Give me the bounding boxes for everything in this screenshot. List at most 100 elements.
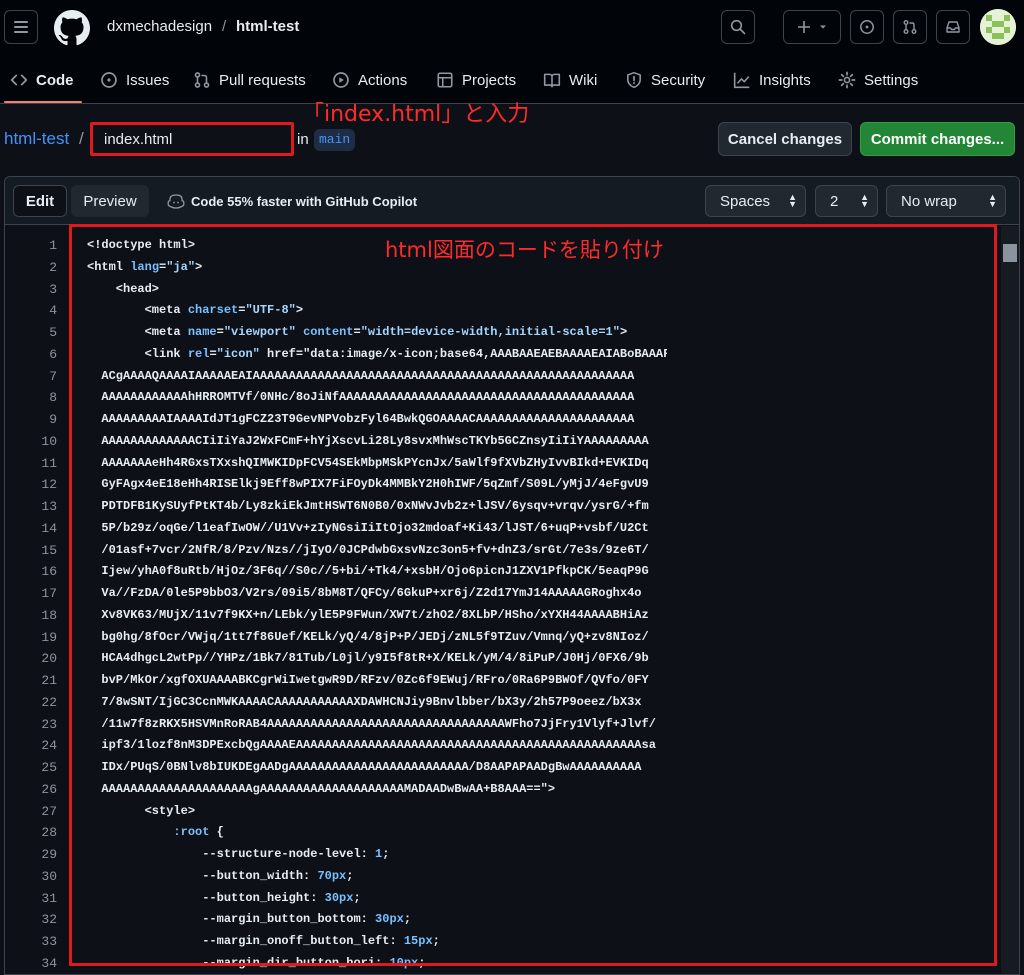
code-line[interactable]: Xv8VK63/MUjX/11v7f9KX+n/LEbk/ylE5P9FWun/… (87, 605, 667, 627)
tab-wiki[interactable]: Wiki (543, 56, 597, 104)
avatar[interactable] (980, 9, 1016, 45)
code-lines[interactable]: <!doctype html> <html lang="ja"> <head> <… (87, 235, 667, 974)
tab-pull-requests[interactable]: Pull requests (193, 56, 306, 104)
code-line[interactable]: HCA4dhgcL2wtPp//YHPz/1Bk7/81Tub/L0jl/y9I… (87, 648, 667, 670)
line-number: 11 (41, 455, 57, 471)
line-number: 22 (41, 694, 57, 710)
line-number: 8 (49, 390, 57, 406)
editor-panel: Edit Preview Code 55% faster with GitHub… (4, 176, 1020, 975)
line-number: 14 (41, 520, 57, 536)
search-icon (730, 19, 746, 35)
line-number: 4 (49, 303, 57, 319)
code-line[interactable]: PDTDFB1KySUyfPtKT4b/Ly8zkiEkJmtHSWT6N0B0… (87, 496, 667, 518)
commit-changes-button[interactable]: Commit changes... (860, 122, 1015, 156)
code-line[interactable]: IDx/PUqS/0BNlv8bIUKDEgAADgAAAAAAAAAAAAAA… (87, 757, 667, 779)
annotation-code: html図面のコードを貼り付け (385, 238, 664, 262)
tab-security[interactable]: Security (625, 56, 705, 104)
menu-button[interactable] (4, 10, 38, 44)
line-number: 21 (41, 673, 57, 688)
line-number: 30 (41, 868, 57, 884)
code-line[interactable]: --margin_button_bottom: 30px; (87, 909, 667, 931)
code-line[interactable]: /11w7f8zRKX5HSVMnRoRAB4AAAAAAAAAAAAAAAAA… (87, 714, 667, 736)
filename-input[interactable] (98, 128, 286, 150)
code-line[interactable]: 5P/b29z/oqGe/l1eafIwOW//U1Vv+zIyNGsiIiIt… (87, 518, 667, 540)
global-header: dxmechadesign / html-test (0, 0, 1024, 56)
line-number: 6 (49, 346, 57, 362)
code-line[interactable]: --margin_dir_button_hori: 10px; (87, 953, 667, 974)
scrollbar-thumb[interactable] (1003, 244, 1017, 262)
indent-size-value: 2 (830, 192, 839, 210)
tab-code[interactable]: Code (10, 56, 74, 104)
tab-insights[interactable]: Insights (733, 56, 811, 104)
wrap-mode-select[interactable]: No wrap ▲ ▼ (886, 185, 1006, 217)
code-line[interactable]: --button_height: 30px; (87, 888, 667, 910)
inbox-button[interactable] (936, 10, 970, 44)
annotation-filename: 「index.html」と入力 (302, 102, 530, 127)
issue-icon (101, 72, 117, 88)
breadcrumb-owner[interactable]: dxmechadesign (107, 18, 212, 35)
create-new-button[interactable] (783, 10, 841, 44)
code-line[interactable]: AAAAAAAAAAAAACIiIiYaJ2WxFCmF+hYjXscvLi28… (87, 431, 667, 453)
code-line[interactable]: AAAAAAAeHh4RGxsTXxshQIMWKIDpFCV54SEkMbpM… (87, 453, 667, 475)
code-line[interactable]: <meta name="viewport" content="width=dev… (87, 322, 667, 344)
code-line[interactable]: Ijew/yhA0f8uRtb/HjOz/3F6q//S0c//5+bi/+Tk… (87, 561, 667, 583)
tab-edit[interactable]: Edit (13, 185, 67, 217)
code-line[interactable]: 7/8wSNT/IjGC3CcnMWKAAAACAAAAAAAAAAAXDAWH… (87, 692, 667, 714)
tab-projects-label: Projects (462, 71, 517, 89)
code-line[interactable]: --margin_onoff_button_left: 15px; (87, 931, 667, 953)
code-line[interactable]: /01asf+7vcr/2NfR/8/Pzv/Nzs//jIyO/0JCPdwb… (87, 540, 667, 562)
code-line[interactable]: bvP/MkOr/xgfOXUAAAABKCgrWiIwetgwR9D/RFzv… (87, 670, 667, 692)
line-number: 7 (49, 368, 57, 384)
code-line[interactable]: <head> (87, 279, 667, 301)
tab-issues[interactable]: Issues (100, 56, 169, 104)
indent-size-select[interactable]: 2 ▲ ▼ (815, 185, 878, 217)
code-line[interactable]: Va//FzDA/0le5P9bbO3/V2rs/09i5/8bM8T/QFCy… (87, 583, 667, 605)
search-button[interactable] (721, 10, 755, 44)
copilot-label: Code 55% faster with GitHub Copilot (191, 193, 418, 209)
tab-preview[interactable]: Preview (71, 185, 149, 217)
scrollbar-track[interactable] (1001, 226, 1019, 974)
code-line[interactable]: bg0hg/8fOcr/VWjq/1tt7f86Uef/KELk/yQ/4/8j… (87, 627, 667, 649)
line-number: 34 (41, 955, 57, 971)
book-icon (543, 73, 561, 88)
issues-button[interactable] (850, 10, 884, 44)
line-number: 18 (41, 607, 57, 623)
repo-link[interactable]: html-test (4, 129, 69, 149)
breadcrumb-separator: / (222, 18, 227, 35)
tab-settings[interactable]: Settings (838, 56, 918, 104)
line-number: 12 (41, 477, 57, 493)
indent-mode-select[interactable]: Spaces ▲ ▼ (705, 185, 806, 217)
line-number: 24 (41, 738, 57, 754)
github-logo-icon[interactable] (54, 10, 90, 46)
copilot-promo[interactable]: Code 55% faster with GitHub Copilot (167, 193, 417, 209)
code-line[interactable]: --button_width: 70px; (87, 866, 667, 888)
pull-requests-button[interactable] (893, 10, 927, 44)
line-number: 15 (41, 542, 57, 558)
code-line[interactable]: GyFAgx4eE18eHh4RISElkj9Eff8wPIX7FiFOyDk4… (87, 474, 667, 496)
line-number: 25 (41, 760, 57, 775)
breadcrumb-repo[interactable]: html-test (236, 18, 299, 35)
code-line[interactable]: AAAAAAAAAIAAAAIdJT1gFCZ23T9GevNPVobzFyl6… (87, 409, 667, 431)
cancel-changes-button[interactable]: Cancel changes (718, 122, 852, 156)
code-line[interactable]: ipf3/1lozf8nM3DPExcbQgAAAAEAAAAAAAAAAAAA… (87, 735, 667, 757)
code-line[interactable]: AAAAAAAAAAAAhHRROMTVf/0NHc/8oJiNfAAAAAAA… (87, 387, 667, 409)
line-number: 26 (41, 781, 57, 797)
tab-actions-label: Actions (358, 71, 408, 89)
code-line[interactable]: <link rel="icon" href="data:image/x-icon… (87, 344, 667, 366)
code-line[interactable]: :root { (87, 822, 667, 844)
code-line[interactable]: ACgAAAAQAAAAIAAAAAEAIAAAAAAAAAAAAAAAAAAA… (87, 366, 667, 388)
code-line[interactable]: <style> (87, 801, 667, 823)
line-number: 29 (41, 847, 57, 862)
branch-badge: main (314, 129, 356, 151)
code-line[interactable]: AAAAAAAAAAAAAAAAAAAAAgAAAAAAAAAAAAAAAAAA… (87, 779, 667, 801)
line-number: 13 (41, 499, 57, 514)
tab-wiki-label: Wiki (569, 71, 598, 89)
tab-issues-label: Issues (126, 71, 170, 89)
code-icon (10, 74, 28, 86)
code-line[interactable]: <meta charset="UTF-8"> (87, 300, 667, 322)
path-separator: / (79, 129, 84, 148)
code-line[interactable]: --structure-node-level: 1; (87, 844, 667, 866)
select-arrows-icon: ▲ ▼ (988, 192, 997, 209)
code-editor[interactable]: 1 2 3 4 5 6 7 8 9 10 11 12 13 14 15 16 17 18 19 20 21 22 23 24 2… (5, 224, 1019, 974)
pull-request-icon (903, 20, 917, 34)
